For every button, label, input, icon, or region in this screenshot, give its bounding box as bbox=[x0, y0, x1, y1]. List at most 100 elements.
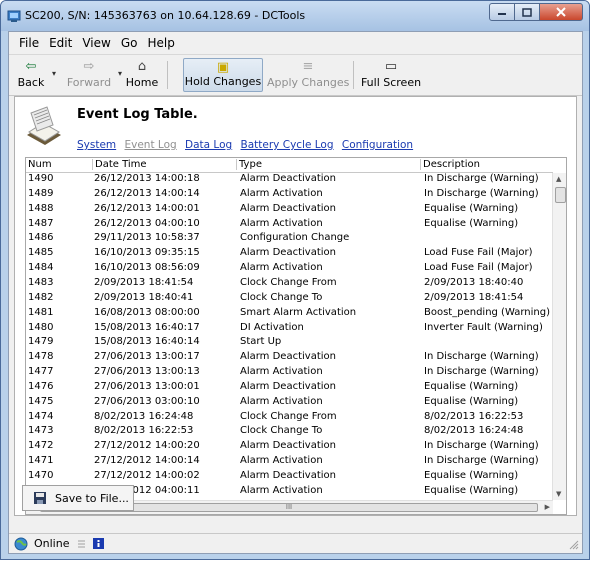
table-row[interactable]: 1471 27/12/2012 14:00:14 Alarm Activation I… bbox=[26, 455, 572, 467]
vertical-scrollbar[interactable]: ▲ ▼ bbox=[552, 173, 566, 500]
home-button[interactable]: ⌂ Home bbox=[123, 58, 161, 92]
cell-num: 1475 bbox=[28, 395, 54, 407]
table-row[interactable]: 1470 27/12/2012 14:00:02 Alarm Deactivatio… bbox=[26, 470, 572, 482]
table-row[interactable]: 1487 26/12/2013 04:00:10 Alarm Activation E… bbox=[26, 218, 572, 230]
full-screen-button[interactable]: ▭ Full Screen bbox=[359, 58, 423, 92]
table-row[interactable]: 1486 29/11/2013 10:58:37 Configuration Cha… bbox=[26, 232, 572, 244]
column-header-type[interactable]: Type bbox=[236, 159, 262, 170]
chevron-down-icon: ▾ bbox=[52, 69, 57, 78]
table-row[interactable]: 1476 27/06/2013 13:00:01 Alarm Deactivatio… bbox=[26, 381, 572, 393]
table-row[interactable]: 1489 26/12/2013 14:00:14 Alarm Activation I… bbox=[26, 188, 572, 200]
table-row[interactable]: 1483 2/09/2013 18:41:54 Clock Change From 2… bbox=[26, 277, 572, 289]
cell-num: 1478 bbox=[28, 351, 54, 363]
cell-description: Equalise (Warning) bbox=[424, 395, 519, 407]
cell-type: Alarm Deactivation bbox=[240, 247, 336, 259]
scroll-down-icon[interactable]: ▼ bbox=[556, 490, 561, 498]
cell-description: 2/09/2013 18:40:40 bbox=[424, 276, 524, 288]
cell-description: Equalise (Warning) bbox=[424, 470, 519, 481]
link-configuration[interactable]: Configuration bbox=[342, 139, 413, 151]
vertical-scroll-thumb[interactable] bbox=[555, 187, 566, 203]
cell-num: 1473 bbox=[28, 425, 54, 437]
cell-num: 1488 bbox=[28, 202, 54, 214]
link-system[interactable]: System bbox=[77, 139, 116, 151]
cell-num: 1477 bbox=[28, 366, 54, 378]
back-dropdown[interactable]: ▾ bbox=[47, 58, 57, 92]
link-event-log[interactable]: Event Log bbox=[125, 139, 177, 151]
cell-type: Smart Alarm Activation bbox=[240, 306, 357, 318]
table-row[interactable]: 1472 27/12/2012 14:00:20 Alarm Deactivatio… bbox=[26, 440, 572, 452]
resize-grip-icon[interactable] bbox=[569, 540, 579, 550]
app-window: SC200, S/N: 145363763 on 10.64.128.69 - … bbox=[0, 0, 590, 560]
save-to-file-button[interactable]: Save to File... bbox=[22, 485, 134, 511]
scroll-right-icon[interactable]: ▶ bbox=[545, 503, 550, 511]
hold-changes-button[interactable]: ▣ Hold Changes bbox=[183, 58, 263, 92]
link-data-log[interactable]: Data Log bbox=[185, 139, 232, 151]
info-icon bbox=[93, 538, 105, 549]
menu-view[interactable]: View bbox=[77, 36, 115, 50]
cell-description: In Discharge (Warning) bbox=[424, 366, 539, 378]
table-row[interactable]: 1482 2/09/2013 18:40:41 Clock Change To 2/0… bbox=[26, 292, 572, 304]
cell-description: 8/02/2013 16:22:53 bbox=[424, 410, 524, 422]
column-header-num[interactable]: Num bbox=[28, 159, 52, 170]
menu-go[interactable]: Go bbox=[116, 36, 143, 50]
maximize-button[interactable] bbox=[514, 3, 540, 21]
table-row[interactable]: 1490 26/12/2013 14:00:18 Alarm Deactivatio… bbox=[26, 173, 572, 185]
table-row[interactable]: 1485 16/10/2013 09:35:15 Alarm Deactivatio… bbox=[26, 247, 572, 259]
page-title: Event Log Table. bbox=[77, 107, 198, 122]
table-row[interactable]: 1488 26/12/2013 14:00:01 Alarm Deactivatio… bbox=[26, 203, 572, 215]
table-row[interactable]: 1478 27/06/2013 13:00:17 Alarm Deactivatio… bbox=[26, 351, 572, 363]
event-log-book-icon bbox=[27, 106, 61, 145]
minimize-button[interactable] bbox=[489, 3, 515, 21]
toolbar-separator bbox=[167, 61, 168, 89]
close-button[interactable] bbox=[539, 3, 583, 21]
cell-num: 1481 bbox=[28, 306, 54, 318]
cell-date-time: 29/11/2013 10:58:37 bbox=[94, 232, 200, 244]
menu-help[interactable]: Help bbox=[142, 36, 179, 50]
table-row[interactable]: 1475 27/06/2013 03:00:10 Alarm Activation E… bbox=[26, 396, 572, 408]
column-header-date-time[interactable]: Date Time bbox=[92, 159, 147, 170]
cell-description: In Discharge (Warning) bbox=[424, 173, 539, 184]
content-panel: Event Log Table. System Event Log Data L… bbox=[14, 96, 577, 516]
cell-type: Alarm Activation bbox=[240, 217, 323, 229]
link-battery-cycle-log[interactable]: Battery Cycle Log bbox=[241, 139, 334, 151]
scroll-up-icon[interactable]: ▲ bbox=[556, 175, 561, 183]
table-row[interactable]: 1477 27/06/2013 13:00:13 Alarm Activation I… bbox=[26, 366, 572, 378]
menu-edit[interactable]: Edit bbox=[44, 36, 77, 50]
cell-description: 8/02/2013 16:24:48 bbox=[424, 425, 524, 437]
table-row[interactable]: 1474 8/02/2013 16:24:48 Clock Change From 8… bbox=[26, 411, 572, 423]
forward-button[interactable]: ⇨ Forward bbox=[63, 58, 115, 92]
cell-description: In Discharge (Warning) bbox=[424, 187, 539, 199]
cell-type: Alarm Activation bbox=[240, 395, 323, 407]
table-body: 1490 26/12/2013 14:00:18 Alarm Deactivatio… bbox=[26, 173, 572, 500]
menu-file[interactable]: File bbox=[14, 36, 44, 50]
apply-changes-button[interactable]: ≡ Apply Changes bbox=[267, 58, 349, 92]
back-button[interactable]: ⇦ Back bbox=[13, 58, 49, 92]
cell-num: 1480 bbox=[28, 321, 54, 333]
table-row[interactable]: 1484 16/10/2013 08:56:09 Alarm Activation L… bbox=[26, 262, 572, 274]
window-title: SC200, S/N: 145363763 on 10.64.128.69 - … bbox=[25, 9, 306, 22]
cell-description: In Discharge (Warning) bbox=[424, 351, 539, 363]
status-bar: Online bbox=[9, 533, 582, 553]
cell-type: DI Activation bbox=[240, 321, 304, 333]
table-row[interactable]: 1481 16/08/2013 08:00:00 Smart Alarm Activ… bbox=[26, 307, 572, 319]
cell-num: 1490 bbox=[28, 173, 54, 184]
table-row[interactable]: 1473 8/02/2013 16:22:53 Clock Change To 8/0… bbox=[26, 425, 572, 437]
title-bar[interactable]: SC200, S/N: 145363763 on 10.64.128.69 - … bbox=[1, 1, 589, 31]
cell-description: 2/09/2013 18:41:54 bbox=[424, 291, 524, 303]
table-row[interactable]: 1480 15/08/2013 16:40:17 DI Activation Inve… bbox=[26, 322, 572, 334]
column-header-description[interactable]: Description bbox=[420, 159, 480, 170]
cell-date-time: 27/12/2012 14:00:20 bbox=[94, 440, 200, 452]
cell-num: 1489 bbox=[28, 187, 54, 199]
cell-date-time: 26/12/2013 14:00:14 bbox=[94, 187, 200, 199]
cell-description: Equalise (Warning) bbox=[424, 484, 519, 496]
forward-dropdown[interactable]: ▾ bbox=[113, 58, 123, 92]
cell-description: Equalise (Warning) bbox=[424, 380, 519, 392]
cell-date-time: 26/12/2013 14:00:18 bbox=[94, 173, 200, 184]
table-row[interactable]: 1479 15/08/2013 16:40:14 Start Up bbox=[26, 336, 572, 348]
table-header: Num Date Time Type Description bbox=[26, 158, 553, 173]
menu-bar: File Edit View Go Help bbox=[9, 32, 582, 53]
apply-icon: ≡ bbox=[302, 59, 314, 74]
toolbar-separator bbox=[353, 61, 354, 89]
cell-num: 1474 bbox=[28, 410, 54, 422]
cell-type: Alarm Deactivation bbox=[240, 380, 336, 392]
